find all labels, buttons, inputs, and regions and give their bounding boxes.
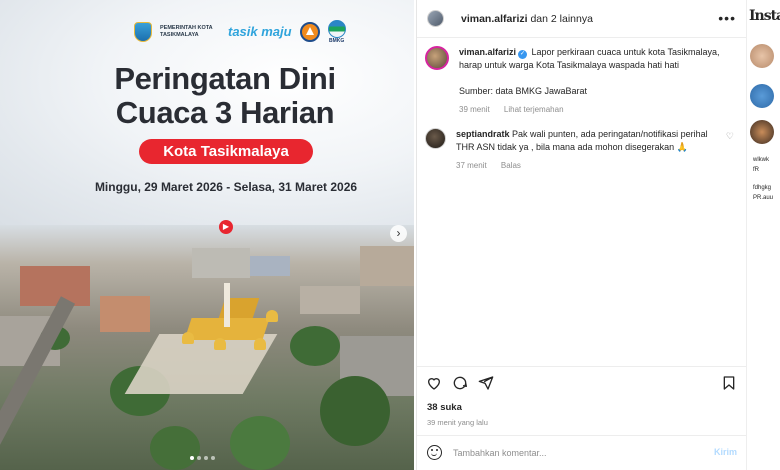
avatar[interactable]	[750, 120, 774, 144]
comment-meta: 37 menit Balas	[456, 159, 726, 172]
avatar[interactable]	[427, 10, 444, 27]
post-image[interactable]: PEMERINTAH KOTA TASIKMALAYA tasik maju B…	[0, 0, 414, 470]
bookmark-icon[interactable]	[721, 375, 737, 391]
caption-body: viman.alfarizi ✓ Lapor perkiraan cuaca un…	[459, 46, 729, 116]
comment-body: septiandratk Pak wali punten, ada pering…	[456, 128, 726, 172]
caption-username[interactable]: viman.alfarizi	[459, 47, 516, 57]
more-options-icon[interactable]: •••	[718, 10, 736, 26]
comment-time: 37 menit	[456, 161, 487, 170]
caption-meta: 39 menit Lihat terjemahan	[459, 103, 729, 116]
mosque-dome	[266, 310, 278, 322]
verified-badge-icon: ✓	[518, 50, 528, 59]
avatar[interactable]	[425, 128, 446, 149]
comment-input[interactable]	[453, 446, 693, 460]
avatar[interactable]	[750, 44, 774, 68]
post-timestamp: 39 menit yang lalu	[427, 418, 488, 427]
gov-logo-text: PEMERINTAH KOTA TASIKMALAYA	[160, 25, 213, 38]
mosque-dome	[254, 338, 266, 350]
chevron-right-icon[interactable]: ›	[390, 225, 407, 242]
headline-line-2: Cuaca 3 Harian	[115, 95, 335, 130]
bmkg-emblem	[327, 20, 346, 38]
strip-text: fdhgkg	[753, 185, 772, 191]
comment-like-heart-icon[interactable]: ♡	[726, 131, 734, 142]
comment-icon[interactable]	[452, 375, 468, 391]
comment-item: septiandratk Pak wali punten, ada pering…	[425, 128, 726, 172]
minaret	[224, 283, 230, 327]
post-header: viman.alfarizi dan 2 lainnya •••	[417, 0, 746, 38]
caption-source: Sumber: data BMKG JawaBarat	[459, 86, 588, 96]
heart-icon[interactable]	[426, 375, 442, 391]
carousel-dots	[190, 456, 215, 460]
caption-time: 39 menit	[459, 105, 490, 114]
headline-line-1: Peringatan Dini	[114, 61, 336, 96]
date-range: Minggu, 29 Maret 2026 - Selasa, 31 Maret…	[94, 180, 358, 194]
carousel-dot[interactable]	[190, 456, 194, 460]
comment-username[interactable]: septiandratk	[456, 129, 510, 139]
carousel-dot[interactable]	[197, 456, 201, 460]
play-icon: ▶	[219, 220, 233, 234]
strip-text: fR	[753, 167, 759, 173]
background-window-strip: Instagram wlkwk fR fdhgkg PR.auu	[746, 0, 780, 470]
strip-text: PR.auu	[753, 195, 774, 201]
tasik-maju-logo: tasik maju	[228, 24, 292, 39]
city-pill: Kota Tasikmalaya	[139, 139, 313, 164]
likes-count[interactable]: 38 suka	[427, 402, 462, 413]
avatar[interactable]	[750, 84, 774, 108]
logo-row: PEMERINTAH KOTA TASIKMALAYA tasik maju B…	[134, 20, 346, 44]
action-bar	[417, 366, 747, 404]
post-side-panel: viman.alfarizi dan 2 lainnya ••• viman.a…	[416, 0, 747, 470]
header-suffix: dan 2 lainnya	[527, 12, 593, 25]
caption-text-line: viman.alfarizi ✓ Lapor perkiraan cuaca un…	[459, 46, 729, 72]
caption: viman.alfarizi ✓ Lapor perkiraan cuaca un…	[425, 46, 729, 116]
instagram-post-view: PEMERINTAH KOTA TASIKMALAYA tasik maju B…	[0, 0, 780, 470]
mosque-dome	[182, 332, 194, 344]
bnpb-logo	[299, 22, 320, 42]
reply-link[interactable]: Balas	[501, 161, 521, 170]
headline: Peringatan Dini Cuaca 3 Harian	[0, 62, 414, 130]
header-username[interactable]: viman.alfarizi	[461, 13, 528, 25]
comment-composer: Kirim	[417, 435, 747, 470]
city-emblem-logo	[134, 22, 152, 42]
post-comment-button[interactable]: Kirim	[714, 447, 737, 457]
carousel-dot[interactable]	[204, 456, 208, 460]
avatar[interactable]	[425, 46, 449, 70]
comment-text-line: septiandratk Pak wali punten, ada pering…	[456, 128, 726, 154]
mosque-dome	[214, 338, 226, 350]
strip-text: wlkwk	[753, 157, 769, 163]
carousel-dot[interactable]	[211, 456, 215, 460]
emoji-icon[interactable]	[427, 445, 442, 460]
header-user[interactable]: viman.alfarizi dan 2 lainnya	[461, 13, 593, 25]
translate-link[interactable]: Lihat terjemahan	[504, 105, 564, 114]
share-icon[interactable]	[478, 375, 494, 391]
instagram-logo: Instagram	[749, 8, 780, 24]
bmkg-logo-text: BMKG	[328, 38, 345, 44]
bmkg-logo: BMKG	[327, 20, 346, 44]
